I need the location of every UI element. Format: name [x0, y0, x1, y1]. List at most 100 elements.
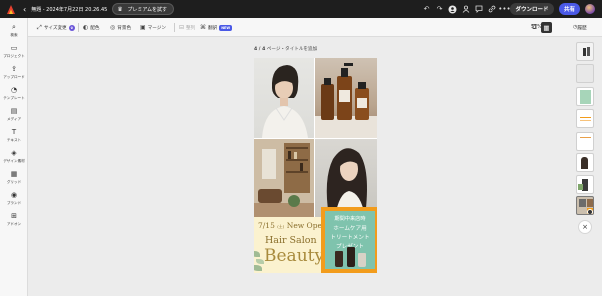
premium-crown-icon: ♛ [68, 24, 75, 31]
product-bottle-image [347, 247, 355, 267]
sidebar-item-search[interactable]: ⌕ 検索 [0, 23, 28, 43]
try-premium-button[interactable]: ♛ プレミアムを試す [112, 3, 174, 15]
margin-icon: ▣ [140, 24, 146, 31]
thumbnail-green-block [580, 90, 591, 104]
top-actions: ↶ ↷ ••• [420, 0, 511, 18]
share-button[interactable]: 共有 [559, 3, 580, 15]
page-thumbnail-1[interactable] [576, 42, 594, 61]
redo-icon[interactable]: ↷ [433, 0, 446, 18]
sidebar-item-label: テキスト [6, 138, 22, 142]
promo-date: 7/15 (土) New Open [258, 221, 324, 230]
resize-icon: ⤢ [37, 23, 42, 31]
avatar[interactable] [585, 4, 595, 14]
align-label: 整列 [186, 25, 196, 31]
folder-icon: ▭ [10, 44, 18, 52]
new-badge: NEW [219, 24, 233, 31]
leaf-decoration [256, 259, 264, 264]
color-scheme-button[interactable]: ◐ 配色 [83, 18, 99, 37]
photo-woman-portrait[interactable] [254, 58, 314, 138]
grid-view-icon[interactable]: ▦ [541, 22, 552, 33]
shapes-icon: ◈ [11, 149, 17, 157]
user-icon[interactable] [459, 0, 472, 18]
page-thumbnail-6[interactable] [576, 153, 594, 172]
thumbnail-plant [578, 184, 583, 190]
translate-button[interactable]: ⌘ 翻訳 NEW [200, 18, 233, 37]
upload-icon: ⇪ [11, 65, 17, 73]
hair-salon-title: Hair Salon [265, 235, 317, 246]
sidebar-item-label: 検索 [10, 33, 18, 37]
date-label: 7/15 [258, 221, 275, 230]
add-person-icon[interactable] [446, 0, 459, 18]
template-icon: ◔ [10, 86, 18, 94]
thumbnail-bottle-icon [583, 48, 586, 56]
page-counter: 4 / 4 [254, 47, 266, 52]
search-icon: ⌕ [12, 23, 16, 31]
photo-woman-long-hair[interactable] [315, 139, 377, 217]
back-icon[interactable]: ‹ [23, 5, 26, 14]
promo-panel[interactable]: 7/15 (土) New Open Hair Salon Beauty [254, 217, 324, 273]
sidebar-item-upload[interactable]: ⇪ アップロード [0, 65, 28, 85]
thumbnail-line [580, 117, 591, 118]
document-title[interactable]: 無題 - 2024年7月22日 20.26.45 [31, 6, 107, 13]
download-button[interactable]: ダウンロード [510, 3, 554, 15]
page-title-input[interactable]: ページ・タイトルを追加 [267, 47, 317, 52]
history-button[interactable]: ◷ 履歴 [573, 18, 587, 37]
sidebar-item-brand[interactable]: ◉ ブランド [0, 191, 28, 211]
weekday-label: (土) [277, 224, 285, 229]
sidebar-item-label: アドオン [6, 222, 22, 226]
top-bar: ‹ 無題 - 2024年7月22日 20.26.45 ♛ プレミアムを試す ↶ … [0, 0, 602, 18]
sidebar-item-label: ブランド [6, 201, 22, 205]
page-thumbnail-4[interactable] [576, 109, 594, 128]
page-thumbnail-2[interactable] [576, 64, 594, 83]
media-icon: ▤ [10, 107, 18, 115]
divider [78, 23, 79, 32]
sidebar-item-templates[interactable]: ◔ テンプレート [0, 86, 28, 106]
left-sidebar: ⌕ 検索 ▭ プロジェクト ⇪ アップロード ◔ テンプレート ▤ メディア T… [0, 18, 28, 296]
undo-icon[interactable]: ↶ [420, 0, 433, 18]
translate-icon: ⌘ [200, 24, 206, 31]
adobe-express-logo[interactable] [6, 4, 16, 14]
sidebar-item-label: テンプレート [3, 96, 25, 100]
promo-line: トリートメント [330, 235, 370, 241]
sidebar-item-label: アップロード [3, 75, 25, 79]
resize-button[interactable]: ⤢ サイズ変更 ♛ [37, 18, 75, 37]
sidebar-item-grid[interactable]: ▦ グリッド [0, 170, 28, 190]
page-thumbnail-3[interactable] [576, 87, 594, 106]
sidebar-item-label: メディア [6, 117, 22, 121]
translate-label: 翻訳 [208, 25, 218, 31]
addons-icon: ⊞ [11, 212, 17, 220]
background-color-label: 背景色 [117, 25, 132, 31]
page-header: 4 / 4 ページ・タイトルを追加 [254, 46, 317, 52]
page-thumbnail-7[interactable] [576, 175, 594, 194]
promo-gift-box[interactable]: 期間中来店時 ホームケア用 トリートメント プレゼント [321, 207, 377, 273]
margin-label: マージン [147, 25, 166, 31]
sidebar-item-text[interactable]: T テキスト [0, 128, 28, 148]
sidebar-item-addons[interactable]: ⊞ アドオン [0, 212, 28, 232]
align-icon: ⊟ [179, 24, 185, 31]
comment-icon[interactable] [472, 0, 485, 18]
leaf-decoration [254, 265, 262, 271]
photo-hair-products[interactable] [315, 58, 377, 138]
grid-icon: ▦ [10, 170, 18, 178]
divider [174, 23, 175, 32]
page-thumbnail-5[interactable] [576, 132, 594, 151]
align-button[interactable]: ⊟ 整列 [179, 18, 195, 37]
pages-icon[interactable]: ⧉ [529, 22, 540, 33]
sidebar-item-label: グリッド [6, 180, 22, 184]
sidebar-item-projects[interactable]: ▭ プロジェクト [0, 44, 28, 64]
link-icon[interactable] [485, 0, 498, 18]
close-icon[interactable]: × [578, 220, 592, 234]
thumbnail-bottle-icon [587, 47, 590, 56]
sidebar-item-design-elements[interactable]: ◈ デザイン素材 [0, 149, 28, 169]
sidebar-item-label: デザイン素材 [3, 159, 25, 163]
background-color-button[interactable]: ◎ 背景色 [110, 18, 131, 37]
leaf-decoration [254, 251, 260, 257]
design-page[interactable]: 7/15 (土) New Open Hair Salon Beauty 期間中来… [254, 58, 377, 273]
background-icon: ◎ [110, 24, 116, 31]
editor-toolbar: ⤢ サイズ変更 ♛ ◐ 配色 ◎ 背景色 ▣ マージン ⊟ 整列 ⌘ 翻訳 NE… [28, 18, 602, 37]
sidebar-item-media[interactable]: ▤ メディア [0, 107, 28, 127]
brand-icon: ◉ [10, 191, 18, 199]
photo-salon-interior[interactable] [254, 139, 314, 217]
margin-button[interactable]: ▣ マージン [140, 18, 166, 37]
page-thumbnail-8[interactable] [576, 196, 594, 215]
